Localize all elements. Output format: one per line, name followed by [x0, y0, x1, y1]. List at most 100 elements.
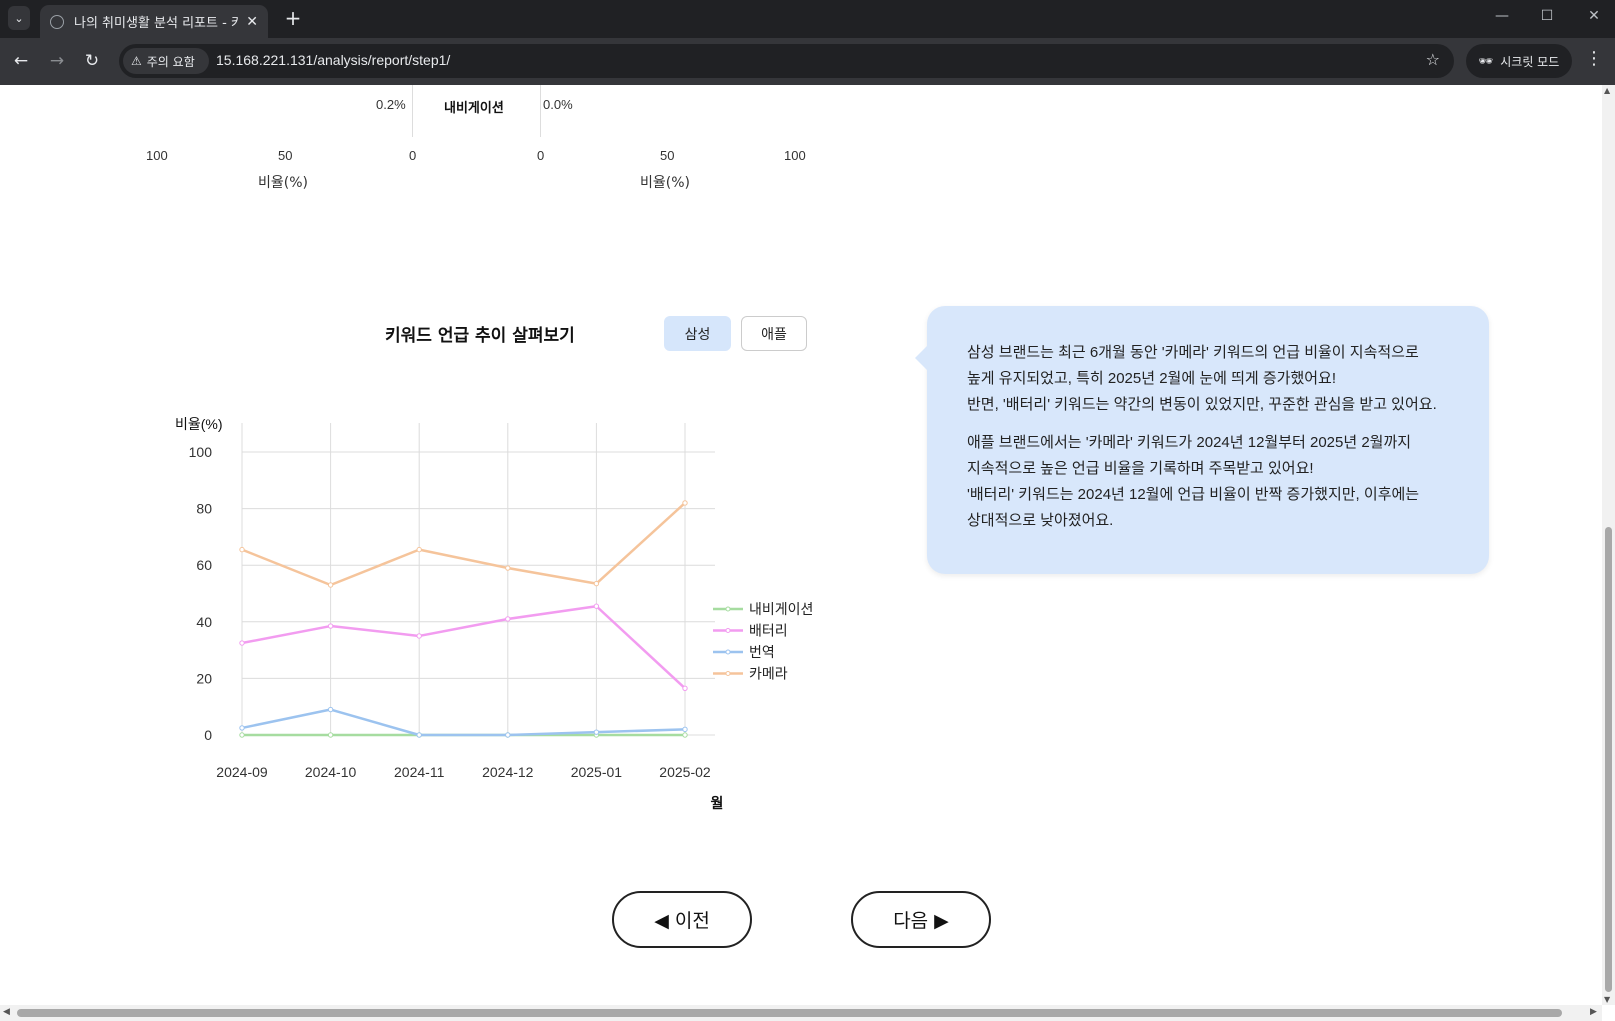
reload-icon[interactable]: ↻	[80, 49, 104, 73]
prev-button[interactable]: ◀ 이전	[612, 891, 752, 948]
tab-list-icon[interactable]: ⌄	[8, 6, 30, 30]
browser-toolbar: ← → ↻ ⚠ 주의 요함 15.168.221.131/analysis/re…	[0, 38, 1615, 85]
maximize-icon[interactable]: ☐	[1537, 8, 1557, 24]
y-axis-title: 비율(%)	[175, 416, 223, 432]
y-tick-label: 20	[196, 670, 212, 686]
page-content: 0.2% 내비게이션 0.0% 100 50 0 0 50 100 비율(%) …	[0, 85, 1602, 1005]
minimize-icon[interactable]: —	[1492, 8, 1512, 24]
axis-tick: 50	[660, 148, 675, 163]
right-axis-title: 비율(%)	[640, 175, 690, 191]
scroll-down-icon[interactable]: ▼	[1604, 995, 1610, 1004]
next-button[interactable]: 다음 ▶	[851, 891, 991, 948]
scroll-left-icon[interactable]: ◀	[3, 1007, 10, 1017]
data-point	[593, 729, 600, 735]
incognito-icon: 🕶	[1478, 54, 1494, 68]
plus-icon[interactable]: +	[281, 6, 305, 30]
insight-paragraph: 삼성 브랜드는 최근 6개월 동안 '카메라' 키워드의 언급 비율이 지속적으…	[967, 344, 1437, 413]
data-point	[327, 623, 334, 629]
warning-icon: ⚠	[131, 54, 142, 68]
browser-tab-bar: ⌄ 나의 취미생활 분석 리포트 - 키 ✕ + — ☐ ✕	[0, 0, 1615, 38]
y-tick-label: 40	[196, 614, 212, 630]
data-point	[327, 706, 334, 713]
axis-tick: 0	[409, 148, 417, 163]
data-point	[505, 732, 511, 738]
y-tick-label: 0	[204, 727, 212, 743]
legend-marker	[725, 649, 731, 655]
x-tick-label: 2025-01	[571, 764, 623, 780]
vertical-scrollbar[interactable]: ▲ ▼	[1602, 85, 1615, 1005]
data-point	[505, 565, 511, 571]
axis-tick: 0	[537, 148, 545, 163]
legend-label: 배터리	[749, 623, 788, 639]
divider	[412, 85, 413, 137]
legend-label: 카메라	[749, 666, 788, 682]
category-label: 내비게이션	[444, 101, 504, 116]
trend-title: 키워드 언급 추이 살펴보기	[385, 326, 575, 346]
y-tick-label: 100	[189, 444, 213, 460]
star-icon[interactable]: ☆	[1426, 50, 1440, 69]
legend-marker	[725, 628, 731, 633]
forward-icon[interactable]: →	[45, 49, 69, 73]
data-point	[416, 633, 422, 639]
back-icon[interactable]: ←	[9, 49, 33, 73]
data-point	[327, 732, 334, 738]
x-tick-label: 2024-12	[482, 764, 534, 780]
legend-label: 내비게이션	[749, 601, 813, 617]
scrollbar-thumb[interactable]	[17, 1009, 1562, 1017]
legend-marker	[725, 606, 731, 612]
data-point	[593, 580, 600, 587]
trend-line-chart: 0 20 40 60 80 100 2024-09 2024-10 2024-11 2024-12…	[175, 416, 813, 811]
data-point	[682, 685, 688, 692]
axis-tick: 100	[784, 148, 806, 163]
incognito-chip[interactable]: 🕶 시크릿 모드	[1466, 44, 1572, 78]
scroll-up-icon[interactable]: ▲	[1604, 86, 1610, 95]
axis-tick: 100	[146, 148, 168, 163]
series-line	[241, 502, 686, 587]
url-text[interactable]: 15.168.221.131/analysis/report/step1/	[216, 52, 450, 68]
right-value-label: 0.0%	[543, 97, 573, 112]
scroll-right-icon[interactable]: ▶	[1590, 1007, 1597, 1017]
data-point	[239, 546, 245, 553]
horizontal-scrollbar[interactable]: ◀ ▶	[0, 1005, 1602, 1021]
legend-label: 번역	[749, 644, 775, 660]
series-line	[241, 604, 686, 690]
left-value-label: 0.2%	[376, 97, 406, 112]
x-tick-label: 2025-02	[659, 764, 711, 780]
data-point	[239, 640, 245, 646]
security-chip[interactable]: ⚠ 주의 요함	[123, 48, 209, 74]
data-point	[682, 726, 688, 733]
data-point	[682, 500, 688, 506]
more-icon[interactable]: ⋮	[1585, 48, 1603, 69]
data-point	[239, 732, 245, 738]
data-point	[416, 732, 422, 738]
series-line	[241, 708, 686, 737]
window-close-icon[interactable]: ✕	[1584, 8, 1604, 24]
globe-icon	[50, 14, 64, 29]
insight-bubble: 삼성 브랜드는 최근 6개월 동안 '카메라' 키워드의 언급 비율이 지속적으…	[915, 306, 1489, 574]
y-tick-label: 60	[196, 557, 212, 573]
x-tick-label: 2024-09	[216, 764, 268, 780]
data-point	[593, 603, 600, 609]
scrollbar-thumb[interactable]	[1605, 527, 1612, 992]
x-tick-label: 2024-11	[394, 764, 445, 780]
data-point	[327, 582, 334, 588]
brand-button-samsung[interactable]: 삼성	[664, 316, 731, 351]
y-tick-label: 80	[196, 501, 212, 517]
security-label: 주의 요함	[146, 54, 195, 69]
insight-paragraph: 애플 브랜드에서는 '카메라' 키워드가 2024년 12월부터 2025년 2…	[967, 434, 1420, 529]
data-point	[239, 725, 245, 731]
browser-tab[interactable]: 나의 취미생활 분석 리포트 - 키 ✕	[40, 5, 268, 38]
address-bar[interactable]: ⚠ 주의 요함 15.168.221.131/analysis/report/s…	[119, 44, 1454, 78]
data-point	[682, 732, 688, 738]
brand-button-apple[interactable]: 애플	[741, 316, 807, 351]
data-point	[416, 546, 422, 553]
left-axis-title: 비율(%)	[258, 175, 308, 191]
divider	[540, 85, 541, 137]
close-icon[interactable]: ✕	[246, 14, 258, 30]
x-axis-title: 월	[711, 795, 724, 811]
tab-title: 나의 취미생활 분석 리포트 - 키	[74, 16, 239, 31]
incognito-label: 시크릿 모드	[1500, 54, 1560, 69]
axis-tick: 50	[278, 148, 293, 163]
legend-marker	[725, 671, 731, 676]
data-point	[505, 616, 511, 622]
